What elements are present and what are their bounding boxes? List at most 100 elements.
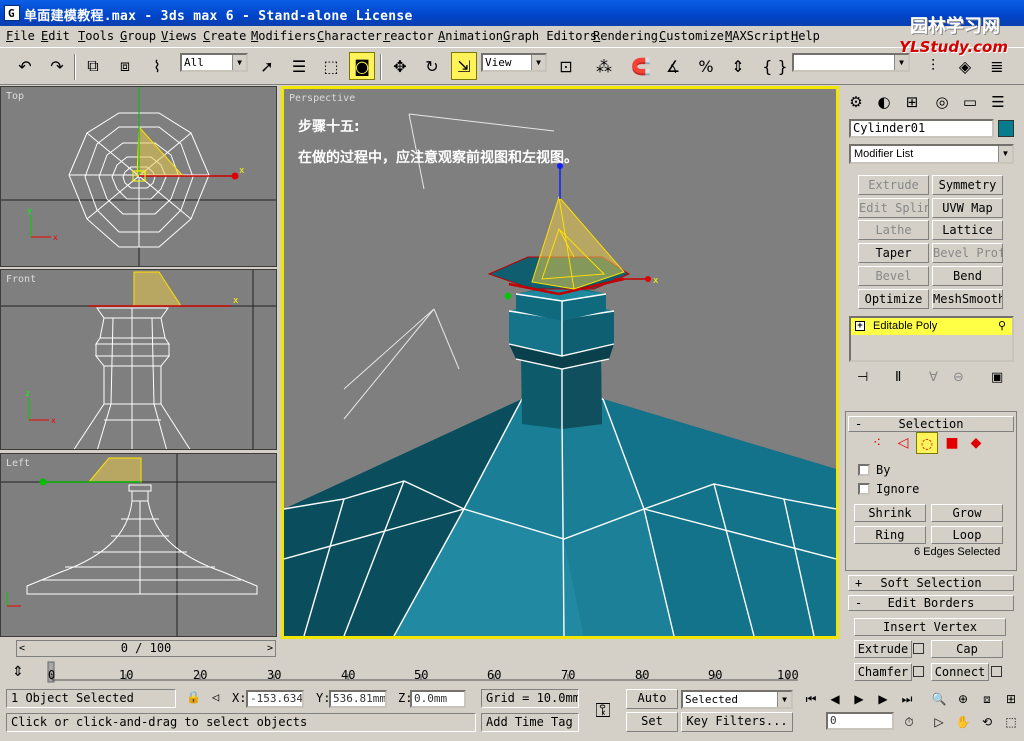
selection-filter-dropdown[interactable]: All ▼	[180, 53, 248, 72]
menu-graph-editors[interactable]: Graph Editors	[503, 29, 597, 43]
display-tab-icon[interactable]: ▭	[958, 91, 982, 113]
modifier-taper-button[interactable]: Taper	[858, 243, 929, 263]
set-key-button[interactable]: Set Key	[626, 712, 678, 732]
viewport-left[interactable]: Left	[0, 453, 277, 637]
viewport-front[interactable]: Front x z x	[0, 269, 277, 450]
insert-vertex-button[interactable]: Insert Vertex	[854, 618, 1006, 636]
field-of-view-icon[interactable]: ▷	[928, 712, 950, 732]
select-and-move-icon[interactable]: ✥	[387, 52, 413, 80]
modifier-bevel-profile-button[interactable]: Bevel Profile	[932, 243, 1003, 263]
spinner-snap-icon[interactable]: ⇕	[725, 52, 751, 80]
maximize-viewport-icon[interactable]: ⬚	[1000, 712, 1022, 732]
motion-tab-icon[interactable]: ◎	[930, 91, 954, 113]
modifier-lathe-button[interactable]: Lathe	[858, 220, 929, 240]
undo-icon[interactable]: ↶	[12, 52, 38, 80]
menu-rendering[interactable]: Rendering	[593, 29, 658, 43]
menu-group[interactable]: Group	[120, 29, 156, 43]
viewport-perspective[interactable]: Perspective x 步骤十五: 在做的过程中，应注意观察前视图和左视图。	[281, 86, 839, 639]
key-mode-dropdown[interactable]: Selected ▼	[681, 690, 793, 709]
angle-snap-icon[interactable]: ∡	[660, 52, 686, 80]
modifier-optimize-button[interactable]: Optimize	[858, 289, 929, 309]
zoom-all-icon[interactable]: ⊕	[952, 689, 974, 709]
menu-reactor[interactable]: reactor	[383, 29, 434, 43]
menu-character[interactable]: Character	[317, 29, 382, 43]
menu-help[interactable]: Help	[791, 29, 820, 43]
menu-animation[interactable]: Animation	[438, 29, 503, 43]
reference-coordinate-dropdown[interactable]: View ▼	[481, 53, 547, 72]
mirror-axis-constraint-icon[interactable]: ⁂	[591, 52, 617, 80]
menu-views[interactable]: Views	[161, 29, 197, 43]
edit-borders-rollout-header[interactable]: - Edit Borders	[848, 595, 1014, 611]
create-tab-icon[interactable]: ⚙	[844, 91, 868, 113]
configure-modifier-sets-icon[interactable]: ▣	[991, 370, 1003, 385]
slider-prev-arrow[interactable]: <	[19, 641, 25, 656]
select-by-name-icon[interactable]: ☰	[286, 52, 312, 80]
auto-key-button[interactable]: Auto Key	[626, 689, 678, 709]
zoom-icon[interactable]: 🔍	[928, 689, 950, 709]
utilities-tab-icon[interactable]: ☰	[986, 91, 1010, 113]
time-slider[interactable]: < 0 / 100 >	[16, 640, 276, 657]
arc-rotate-icon[interactable]: ⟲	[976, 712, 998, 732]
current-frame-field[interactable]: 0	[826, 712, 894, 730]
set-key-icon[interactable]: ⚿	[586, 693, 620, 727]
border-subobject-icon[interactable]: ◌	[916, 432, 938, 454]
lock-selection-icon[interactable]: 🔒	[186, 690, 201, 704]
cap-button[interactable]: Cap	[931, 640, 1003, 658]
select-object-icon[interactable]: ➚	[254, 52, 280, 80]
chamfer-settings-icon[interactable]	[913, 666, 924, 677]
unlink-selection-icon[interactable]: ⧈	[112, 52, 138, 80]
pivot-center-icon[interactable]: ⊡	[553, 52, 579, 80]
hierarchy-tab-icon[interactable]: ⊞	[900, 91, 924, 113]
goto-start-icon[interactable]: ⏮	[800, 689, 822, 709]
stack-item-editable-poly[interactable]: + Editable Poly ⚲	[851, 318, 1012, 335]
add-time-tag-button[interactable]: Add Time Tag	[481, 713, 579, 732]
modify-tab-icon[interactable]: ◐	[872, 91, 896, 113]
connect-button[interactable]: Connect	[931, 663, 989, 681]
edit-named-selection-icon[interactable]: { }	[762, 52, 788, 80]
absolute-transform-icon[interactable]: ◁	[212, 690, 219, 704]
time-configuration-icon[interactable]: ⏱	[898, 712, 920, 732]
polygon-subobject-icon[interactable]: ■	[941, 432, 963, 454]
slider-next-arrow[interactable]: >	[267, 641, 273, 656]
modifier-bevel-button[interactable]: Bevel	[858, 266, 929, 286]
connect-settings-icon[interactable]	[991, 666, 1002, 677]
rectangular-selection-icon[interactable]: ⬚	[318, 52, 344, 80]
show-end-result-icon[interactable]: Ⅱ	[895, 370, 901, 385]
modifier-extrude-button[interactable]: Extrude	[858, 175, 929, 195]
edge-subobject-icon[interactable]: ◁	[892, 432, 914, 454]
redo-icon[interactable]: ↷	[44, 52, 70, 80]
modifier-lattice-button[interactable]: Lattice	[932, 220, 1003, 240]
loop-button[interactable]: Loop	[931, 526, 1003, 544]
y-coordinate-field[interactable]: 536.81mm	[329, 690, 387, 708]
percent-snap-icon[interactable]: %	[693, 52, 719, 80]
play-icon[interactable]: ▶	[848, 689, 870, 709]
modifier-bend-button[interactable]: Bend	[932, 266, 1003, 286]
goto-end-icon[interactable]: ⏭	[896, 689, 918, 709]
modifier-list-dropdown[interactable]: Modifier List ▼	[849, 144, 1014, 164]
menu-edit[interactable]: Edit	[41, 29, 70, 43]
viewport-top[interactable]: Top x y x	[0, 86, 277, 267]
window-crossing-icon[interactable]: ◙	[349, 52, 375, 80]
grow-button[interactable]: Grow	[931, 504, 1003, 522]
key-filters-button[interactable]: Key Filters...	[681, 712, 793, 732]
modifier-edit-spline-button[interactable]: Edit Spline	[858, 198, 929, 218]
z-coordinate-field[interactable]: 0.0mm	[410, 690, 466, 708]
snap-toggle-icon[interactable]: 🧲	[628, 52, 654, 80]
by-vertex-checkbox[interactable]	[858, 464, 870, 476]
light-bulb-icon[interactable]: ⚲	[998, 318, 1006, 334]
previous-frame-icon[interactable]: ◀	[824, 689, 846, 709]
ring-button[interactable]: Ring	[854, 526, 926, 544]
modifier-uvw-map-button[interactable]: UVW Map	[932, 198, 1003, 218]
select-and-link-icon[interactable]: ⧉	[80, 52, 106, 80]
app-icon[interactable]: G	[4, 5, 20, 21]
remove-modifier-icon[interactable]: ⊖	[953, 370, 964, 385]
zoom-extents-icon[interactable]: ⧈	[976, 689, 998, 709]
object-name-field[interactable]: Cylinder01	[849, 119, 994, 138]
menu-create[interactable]: Create	[203, 29, 246, 43]
modifier-symmetry-button[interactable]: Symmetry	[932, 175, 1003, 195]
next-frame-icon[interactable]: ▶	[872, 689, 894, 709]
ignore-backfacing-checkbox[interactable]	[858, 483, 870, 495]
menu-maxscript[interactable]: MAXScript	[725, 29, 790, 43]
shrink-button[interactable]: Shrink	[854, 504, 926, 522]
modifier-meshsmooth-button[interactable]: MeshSmooth	[932, 289, 1003, 309]
